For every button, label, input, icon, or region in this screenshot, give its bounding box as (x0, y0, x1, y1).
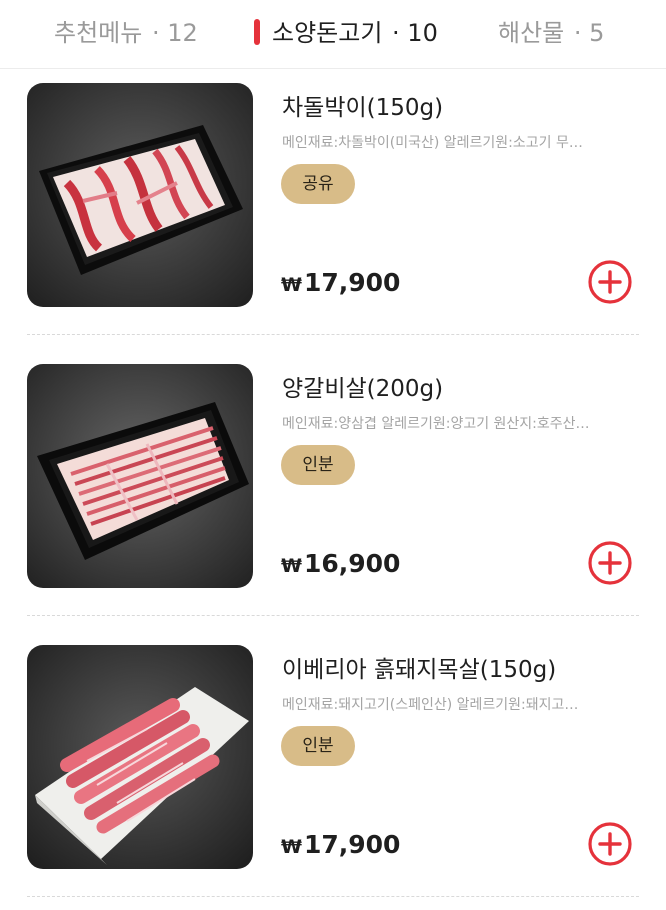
tab-count: · 5 (573, 19, 605, 47)
price-value: 17,900 (303, 830, 401, 859)
active-tab-marker (254, 19, 260, 45)
product-name: 양갈비살(200g) (282, 376, 444, 402)
currency-symbol: ₩ (281, 274, 302, 296)
tab-label: 해산물 (498, 19, 565, 47)
product-image-iberico-pork-neck (27, 645, 253, 869)
tab-count: · 10 (392, 19, 438, 47)
product-image-lamb-rib (27, 364, 253, 588)
add-to-cart-button[interactable] (586, 258, 634, 306)
tab-beef-lamb-pork[interactable]: 소양돈고기 · 10 (254, 0, 438, 66)
product-description: 메인재료:양삼겹 알레르기원:양고기 원산지:호주산… (282, 416, 590, 432)
product-price: ₩16,900 (281, 549, 400, 578)
tab-label: 추천메뉴 (54, 19, 143, 47)
menu-item-iberico-pork-neck[interactable]: 이베리아 흙돼지목살(150g) 메인재료:돼지고기(스페인산) 알레르기원:돼… (0, 630, 666, 910)
tab-count: · 12 (151, 19, 198, 47)
product-price: ₩17,900 (281, 830, 400, 859)
plus-circle-icon (588, 541, 632, 585)
add-to-cart-button[interactable] (586, 539, 634, 587)
price-value: 17,900 (303, 268, 401, 297)
product-name: 이베리아 흙돼지목살(150g) (282, 657, 557, 683)
currency-symbol: ₩ (281, 836, 302, 858)
price-value: 16,900 (303, 549, 401, 578)
plus-circle-icon (588, 260, 632, 304)
plus-circle-icon (588, 822, 632, 866)
tab-seafood[interactable]: 해산물 · 5 (498, 0, 604, 66)
menu-item-lamb-rib[interactable]: 양갈비살(200g) 메인재료:양삼겹 알레르기원:양고기 원산지:호주산… 인… (0, 349, 666, 629)
tab-recommended-menu[interactable]: 추천메뉴 · 12 (54, 0, 198, 66)
item-divider (27, 615, 639, 616)
menu-item-chadolbaegi[interactable]: 차돌박이(150g) 메인재료:차돌박이(미국산) 알레르기원:소고기 무… 공… (0, 68, 666, 348)
item-divider (27, 334, 639, 335)
serving-tag: 인분 (281, 445, 355, 485)
item-divider (27, 896, 639, 897)
product-name: 차돌박이(150g) (282, 95, 444, 121)
product-image-chadolbaegi (27, 83, 253, 307)
product-description: 메인재료:돼지고기(스페인산) 알레르기원:돼지고… (282, 697, 579, 713)
currency-symbol: ₩ (281, 555, 302, 577)
add-to-cart-button[interactable] (586, 820, 634, 868)
serving-tag: 공유 (281, 164, 355, 204)
product-price: ₩17,900 (281, 268, 400, 297)
tab-label: 소양돈고기 (272, 19, 383, 47)
category-tab-bar: 추천메뉴 · 12 소양돈고기 · 10 해산물 · 5 (0, 0, 666, 69)
serving-tag: 인분 (281, 726, 355, 766)
product-description: 메인재료:차돌박이(미국산) 알레르기원:소고기 무… (282, 135, 583, 151)
